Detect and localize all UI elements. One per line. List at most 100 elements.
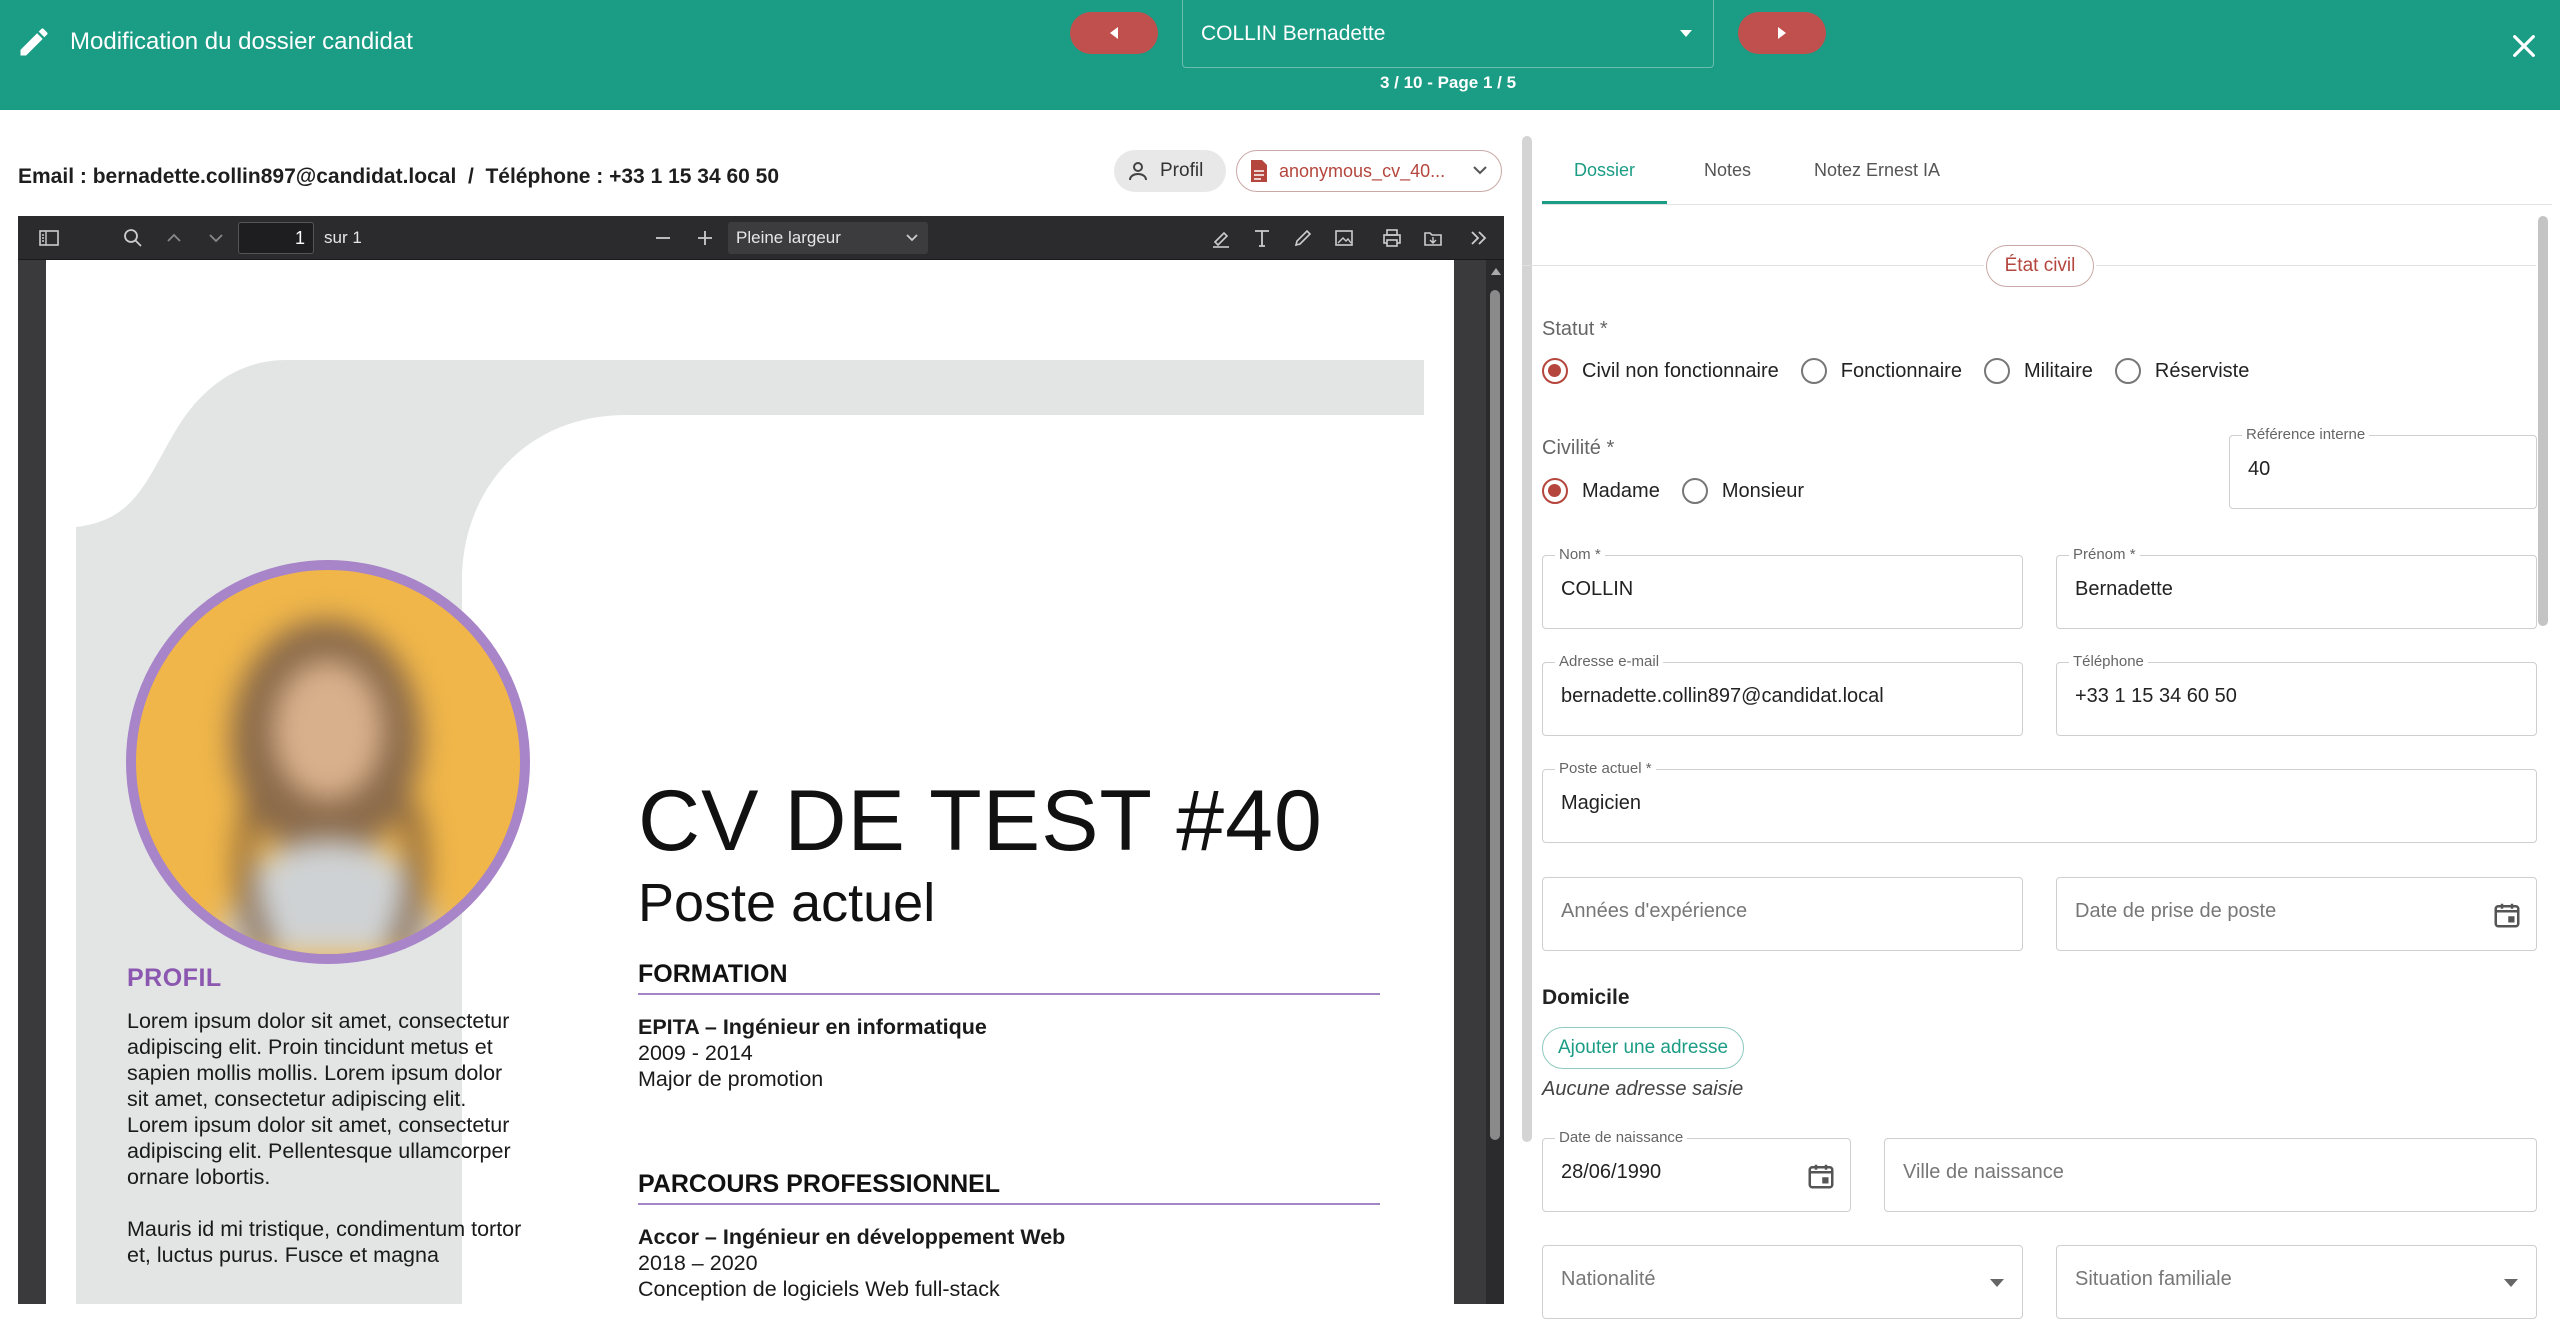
radio-checked-icon[interactable] [1542, 358, 1568, 384]
text-tool-icon[interactable] [1251, 227, 1273, 249]
statut-option-militaire[interactable]: Militaire [1983, 358, 2093, 384]
next-candidate-button[interactable] [1738, 12, 1826, 54]
candidate-select[interactable]: COLLIN Bernadette [1182, 0, 1714, 68]
print-icon[interactable] [1381, 227, 1403, 249]
poste-actuel-field[interactable]: Poste actuel * [1542, 760, 2537, 843]
header-title-group: Modification du dossier candidat [16, 24, 413, 60]
telephone-field[interactable]: Téléphone [2056, 653, 2537, 736]
cv-photo-frame [126, 560, 530, 964]
cv-formation-note: Major de promotion [638, 1067, 824, 1091]
date-naissance-label: Date de naissance [1555, 1129, 1688, 1146]
date-prise-poste-field[interactable] [2056, 877, 2537, 951]
tab-divider [1542, 204, 2552, 205]
radio-unchecked-icon[interactable] [1800, 358, 1827, 384]
annees-experience-input[interactable] [1561, 900, 1970, 923]
cv-job-title: Accor – Ingénieur en développement Web [638, 1224, 1065, 1250]
caret-right-icon [1778, 27, 1786, 39]
cv-file-select[interactable]: anonymous_cv_40... [1236, 150, 1502, 192]
cv-job-years: 2018 – 2020 [638, 1251, 758, 1275]
tab-notez-ernest-ia[interactable]: Notez Ernest IA [1814, 160, 1940, 181]
tab-notes[interactable]: Notes [1704, 160, 1751, 181]
highlight-icon[interactable] [1210, 227, 1232, 249]
document-icon [1251, 160, 1267, 182]
cv-formation-school: EPITA – Ingénieur en informatique [638, 1014, 987, 1040]
date-naissance-input[interactable] [1561, 1161, 1798, 1184]
civilite-option-monsieur[interactable]: Monsieur [1681, 478, 1805, 504]
statut-option-label: Militaire [2023, 359, 2093, 382]
candidate-select-value: COLLIN Bernadette [1201, 21, 1386, 45]
situation-familiale-input[interactable] [2075, 1268, 2484, 1291]
draw-icon[interactable] [1292, 227, 1314, 249]
form-scrollbar[interactable] [2538, 216, 2548, 626]
civilite-option-madame[interactable]: Madame [1542, 478, 1660, 504]
calendar-icon[interactable] [1806, 1161, 1836, 1191]
pdf-toolbar: sur 1 Pleine largeur [18, 216, 1504, 260]
radio-unchecked-icon[interactable] [1983, 358, 2010, 384]
tab-dossier[interactable]: Dossier [1574, 160, 1635, 181]
nom-input[interactable] [1561, 578, 1970, 601]
civilite-option-label: Monsieur [1721, 479, 1805, 502]
date-prise-poste-input[interactable] [2075, 900, 2484, 923]
save-icon[interactable] [1422, 227, 1444, 249]
calendar-icon[interactable] [2492, 900, 2522, 930]
pdf-page: PROFIL Lorem ipsum dolor sit amet, conse… [46, 260, 1454, 1304]
image-icon[interactable] [1333, 227, 1355, 249]
statut-option-fonctionnaire[interactable]: Fonctionnaire [1800, 358, 1962, 384]
ville-naissance-field[interactable] [1884, 1138, 2537, 1212]
panel-splitter[interactable] [1522, 136, 1532, 1142]
annees-experience-field[interactable] [1542, 877, 2023, 951]
statut-option-civil[interactable]: Civil non fonctionnaire [1542, 358, 1779, 384]
reference-interne-input[interactable] [2248, 458, 2484, 481]
more-tools-icon[interactable] [1468, 227, 1490, 249]
person-icon [1129, 162, 1147, 181]
nationalite-select[interactable] [1542, 1245, 2023, 1319]
email-field[interactable]: Adresse e-mail [1542, 653, 2023, 736]
radio-checked-icon[interactable] [1542, 478, 1568, 504]
reference-interne-field[interactable]: Référence interne [2229, 426, 2537, 509]
radio-unchecked-icon[interactable] [2114, 358, 2141, 384]
prenom-field[interactable]: Prénom * [2056, 546, 2537, 629]
date-naissance-field[interactable]: Date de naissance [1542, 1129, 1851, 1212]
cv-profil-text: Lorem ipsum dolor sit amet, consectetur … [127, 1008, 527, 1294]
telephone-input[interactable] [2075, 685, 2484, 708]
situation-familiale-select[interactable] [2056, 1245, 2537, 1319]
scrollbar-thumb[interactable] [1490, 290, 1500, 1140]
nationalite-input[interactable] [1561, 1268, 1970, 1291]
pdf-viewer: sur 1 Pleine largeur [18, 216, 1504, 1304]
email-input[interactable] [1561, 685, 1970, 708]
add-address-button[interactable]: Ajouter une adresse [1542, 1027, 1744, 1069]
close-button[interactable] [2508, 30, 2540, 62]
prenom-input[interactable] [2075, 578, 2484, 601]
zoom-select[interactable]: Pleine largeur [728, 222, 928, 254]
telephone-label: Téléphone [2069, 653, 2148, 670]
profil-button[interactable]: Profil [1114, 150, 1226, 192]
cv-profil-heading: PROFIL [127, 964, 222, 992]
profil-button-label: Profil [1160, 160, 1204, 181]
page-number-input[interactable] [238, 222, 314, 254]
civilite-option-label: Madame [1582, 479, 1660, 502]
sidebar-toggle-icon[interactable] [38, 227, 60, 249]
radio-unchecked-icon[interactable] [1681, 478, 1708, 504]
section-etat-civil: État civil [1986, 245, 2094, 287]
section-divider [1522, 265, 1984, 266]
search-icon[interactable] [122, 227, 144, 249]
statut-radio-group: Civil non fonctionnaire Fonctionnaire Mi… [1542, 358, 2271, 384]
zoom-out-icon[interactable] [652, 227, 674, 249]
cv-photo [136, 570, 520, 954]
cv-job-description: Conception de logiciels Web full-stack [638, 1277, 1000, 1301]
nom-field[interactable]: Nom * [1542, 546, 2023, 629]
chevron-up-icon[interactable] [163, 227, 185, 249]
poste-actuel-input[interactable] [1561, 792, 2484, 815]
section-divider [2096, 265, 2536, 266]
domicile-heading: Domicile [1542, 986, 1630, 1009]
statut-option-reserviste[interactable]: Réserviste [2114, 358, 2249, 384]
ville-naissance-input[interactable] [1903, 1161, 2484, 1184]
pdf-scrollbar[interactable] [1486, 260, 1504, 1304]
previous-candidate-button[interactable] [1070, 12, 1158, 54]
page-title: Modification du dossier candidat [70, 28, 413, 55]
no-address-text: Aucune adresse saisie [1542, 1078, 1744, 1100]
chevron-down-icon[interactable] [205, 227, 227, 249]
scroll-up-arrow[interactable] [1491, 268, 1501, 275]
zoom-in-icon[interactable] [694, 227, 716, 249]
pager-text: 3 / 10 - Page 1 / 5 [1379, 73, 1517, 92]
